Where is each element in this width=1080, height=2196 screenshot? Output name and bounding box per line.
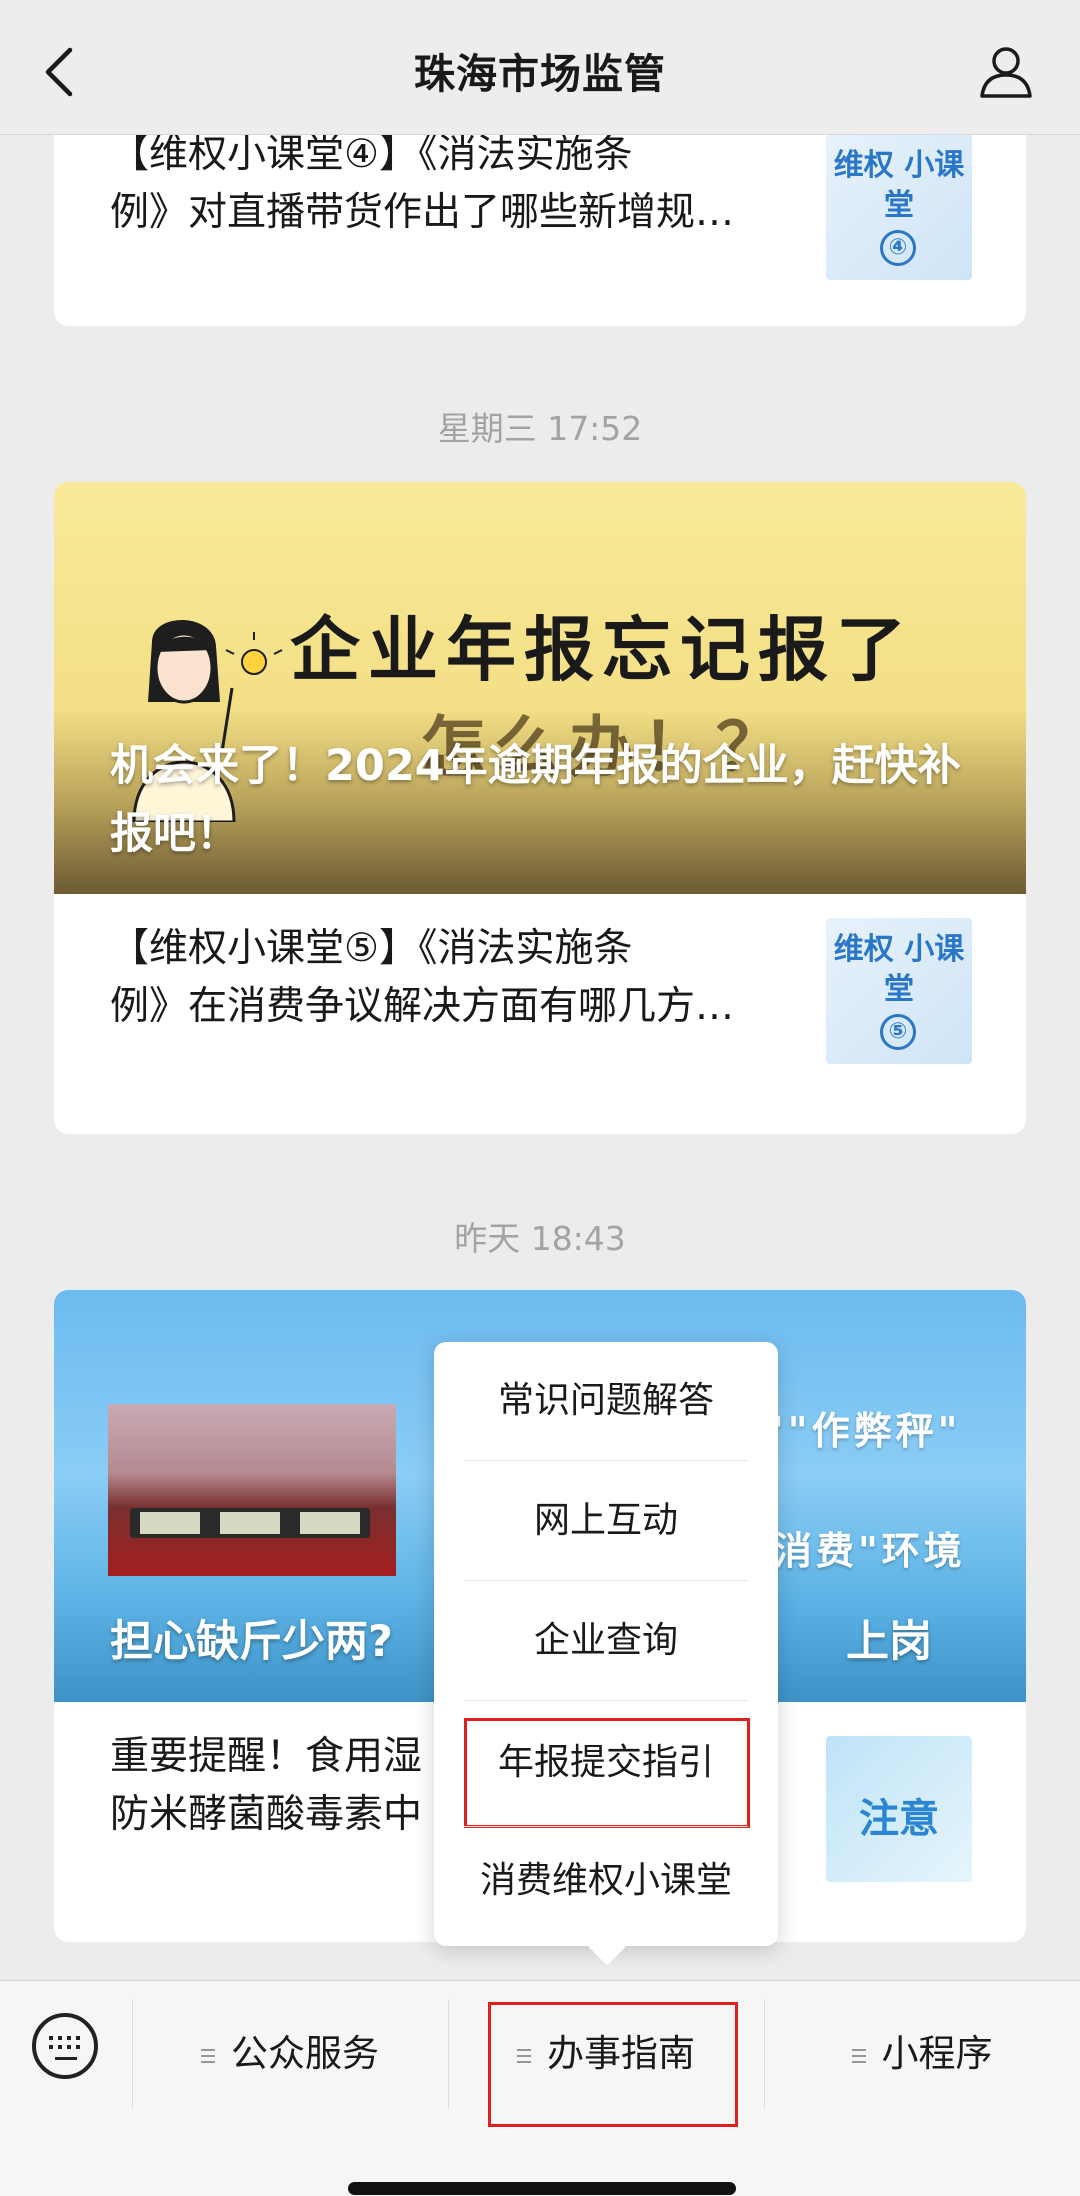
highlight-box [488,2002,738,2127]
submenu-popup: 常识问题解答 网上互动 企业查询 年报提交指引 消费维权小课堂 [434,1342,778,1966]
menu-lines-icon [851,2048,868,2063]
article-banner[interactable]: 企业年报忘记报了 怎么办！？ 机会来了！2024年逾期年报的企业，赶快补报吧！ [54,482,1026,894]
submenu-item-faq[interactable]: 常识问题解答 [464,1342,748,1460]
divider [464,1700,748,1701]
timestamp: 昨天 18:43 [454,1219,626,1258]
article-thumbnail: 维权 小课堂 ⑤ [826,918,972,1064]
submenu-item-online-interaction[interactable]: 网上互动 [464,1462,748,1580]
banner-caption: 机会来了！2024年逾期年报的企业，赶快补报吧！ [110,741,961,859]
menu-public-service[interactable]: 公众服务 [133,1999,447,2109]
divider [464,1460,748,1461]
banner-text-right-1: ""作弊秤" [764,1409,962,1453]
article-card-2[interactable]: 企业年报忘记报了 怎么办！？ 机会来了！2024年逾期年报的企业，赶快补报吧！ … [54,482,1026,1134]
banner-text-right-2: 消费"环境 [774,1529,966,1573]
home-indicator[interactable] [348,2182,736,2195]
scale-photo [108,1404,396,1576]
user-profile-icon[interactable] [976,44,1036,100]
highlight-box [464,1718,750,1828]
article-thumbnail: 注意 [826,1736,972,1882]
timestamp: 星期三 17:52 [437,409,643,448]
menu-mini-program[interactable]: 小程序 [765,1999,1079,2109]
article-title: 【维权小课堂④】《消法实施条 例》对直播带货作出了哪些新增规… [110,132,735,235]
submenu-item-enterprise-query[interactable]: 企业查询 [464,1582,748,1700]
menu-lines-icon [201,2048,217,2063]
submenu-item-consumer-rights[interactable]: 消费维权小课堂 [464,1822,748,1940]
banner-headline: 企业年报忘记报了 [290,609,914,691]
page-title: 珠海市场监管 [414,50,666,98]
article-thumbnail: 维权 小课堂 ④ [826,134,972,280]
divider [464,1580,748,1581]
article-title: 【维权小课堂⑤】《消法实施条 例》在消费争议解决方面有哪几方… [110,926,735,1029]
header-bar: 珠海市场监管 [0,0,1080,135]
keyboard-icon[interactable] [32,2013,98,2079]
article-row[interactable]: 【维权小课堂④】《消法实施条 例》对直播带货作出了哪些新增规… 维权 小课堂 ④ [54,126,1026,326]
article-row[interactable]: 【维权小课堂⑤】《消法实施条 例》在消费争议解决方面有哪几方… 维权 小课堂 ⑤ [54,894,1026,1094]
